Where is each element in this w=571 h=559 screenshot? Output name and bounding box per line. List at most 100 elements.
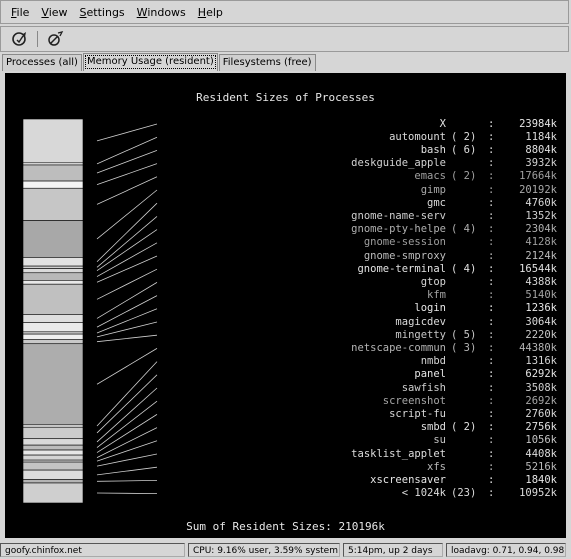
menu-bar: File View Settings Windows Help <box>0 0 569 24</box>
process-name: gnome-name-serv <box>351 209 446 222</box>
process-name: kfm <box>427 289 446 302</box>
process-size: 1840k <box>525 473 557 486</box>
loadavg-status: loadavg: 0.71, 0.94, 0.98 <box>446 543 566 557</box>
process-name: gimp <box>420 183 446 196</box>
process-name: netscape-commun <box>351 341 446 354</box>
tab-processes-all[interactable]: Processes (all) <box>2 54 82 71</box>
process-colon: : <box>488 328 495 341</box>
process-name: gnome-smproxy <box>363 249 446 262</box>
process-count: ( 4) <box>451 223 477 236</box>
menu-windows[interactable]: Windows <box>137 6 186 19</box>
process-colon: : <box>488 368 495 381</box>
process-count: ( 5) <box>451 328 477 341</box>
process-colon: : <box>488 473 495 486</box>
process-colon: : <box>488 262 495 275</box>
process-name: X <box>439 117 446 130</box>
process-size: 44380k <box>519 341 557 354</box>
process-size: 17664k <box>519 170 557 183</box>
process-size: 3064k <box>525 315 557 328</box>
process-colon: : <box>488 196 495 209</box>
process-size: 23984k <box>519 117 557 130</box>
process-colon: : <box>488 460 495 473</box>
menu-file[interactable]: File <box>11 6 29 19</box>
process-name: su <box>433 434 446 447</box>
process-colon: : <box>488 487 495 500</box>
kill-process-icon[interactable] <box>44 29 66 49</box>
process-count: ( 2) <box>451 130 477 143</box>
process-size: 4760k <box>525 196 557 209</box>
process-size: 4128k <box>525 236 557 249</box>
process-colon: : <box>488 117 495 130</box>
menu-view[interactable]: View <box>41 6 67 19</box>
process-colon: : <box>488 447 495 460</box>
process-colon: : <box>488 236 495 249</box>
process-size: 10952k <box>519 487 557 500</box>
process-colon: : <box>488 407 495 420</box>
process-name: panel <box>414 368 446 381</box>
process-colon: : <box>488 209 495 222</box>
process-name: screenshot <box>382 394 446 407</box>
process-name: tasklist_applet <box>351 447 446 460</box>
process-size: 3508k <box>525 381 557 394</box>
sum-label: Sum of Resident Sizes: 210196k <box>186 520 385 533</box>
process-colon: : <box>488 289 495 302</box>
process-name: deskguide_apple <box>351 157 446 170</box>
process-name: smbd <box>420 421 446 434</box>
process-size: 2692k <box>525 394 557 407</box>
process-size: 1236k <box>525 302 557 315</box>
process-size: 2220k <box>525 328 557 341</box>
tab-filesystems-free[interactable]: Filesystems (free) <box>218 54 316 71</box>
tab-bar: Processes (all) Memory Usage (resident) Fi… <box>2 53 317 72</box>
process-colon: : <box>488 170 495 183</box>
process-name: gnome-session <box>363 236 446 249</box>
process-size: 3932k <box>525 157 557 170</box>
process-colon: : <box>488 143 495 156</box>
process-colon: : <box>488 434 495 447</box>
process-size: 20192k <box>519 183 557 196</box>
process-name: gnome-terminal <box>357 262 446 275</box>
process-colon: : <box>488 157 495 170</box>
menu-help[interactable]: Help <box>198 6 223 19</box>
process-name: mingetty <box>395 328 446 341</box>
process-size: 5216k <box>525 460 557 473</box>
process-colon: : <box>488 341 495 354</box>
process-colon: : <box>488 130 495 143</box>
process-name: gnome-pty-helpe <box>351 223 446 236</box>
memory-usage-display: Resident Sizes of Processes X:23984k auto… <box>5 73 566 538</box>
process-size: 1184k <box>525 130 557 143</box>
hostname-status: goofy.chinfox.net <box>0 543 185 557</box>
process-colon: : <box>488 302 495 315</box>
process-size: 1352k <box>525 209 557 222</box>
process-name: xscreensaver <box>370 473 446 486</box>
process-count: ( 3) <box>451 341 477 354</box>
process-colon: : <box>488 381 495 394</box>
process-colon: : <box>488 275 495 288</box>
process-name: script-fu <box>389 407 446 420</box>
process-colon: : <box>488 394 495 407</box>
process-colon: : <box>488 249 495 262</box>
process-name: < 1024k <box>401 487 446 500</box>
process-count: (23) <box>451 487 477 500</box>
process-count: ( 2) <box>451 421 477 434</box>
status-bar: goofy.chinfox.net CPU: 9.16% user, 3.59%… <box>0 541 571 559</box>
process-name: automount <box>389 130 446 143</box>
menu-settings[interactable]: Settings <box>80 6 125 19</box>
process-count: ( 4) <box>451 262 477 275</box>
process-count: ( 6) <box>451 143 477 156</box>
process-name: xfs <box>427 460 446 473</box>
process-colon: : <box>488 315 495 328</box>
process-size: 1316k <box>525 355 557 368</box>
process-colon: : <box>488 223 495 236</box>
refresh-icon[interactable] <box>9 29 31 49</box>
process-size: 1056k <box>525 434 557 447</box>
process-name: gmc <box>427 196 446 209</box>
process-size: 2304k <box>525 223 557 236</box>
process-size: 8804k <box>525 143 557 156</box>
process-name: bash <box>420 143 446 156</box>
process-size: 2760k <box>525 407 557 420</box>
process-size: 5140k <box>525 289 557 302</box>
cpu-status: CPU: 9.16% user, 3.59% system <box>188 543 340 557</box>
process-name: gtop <box>420 275 446 288</box>
process-name: magicdev <box>395 315 446 328</box>
tab-memory-usage-resident[interactable]: Memory Usage (resident) <box>82 53 218 71</box>
